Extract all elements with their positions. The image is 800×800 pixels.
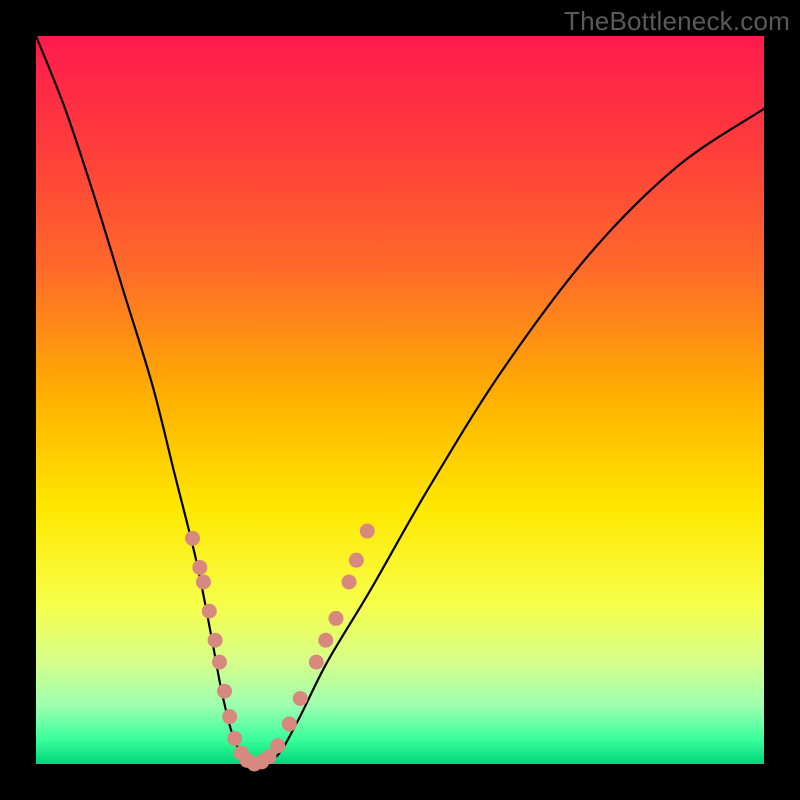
- marker-dot: [196, 575, 211, 590]
- marker-dot: [192, 560, 207, 575]
- marker-dot: [227, 731, 242, 746]
- marker-dot: [270, 738, 285, 753]
- marker-dot: [360, 524, 375, 539]
- marker-dot: [309, 655, 324, 670]
- marker-dot: [328, 611, 343, 626]
- marker-dot: [222, 709, 237, 724]
- gradient-background: [36, 36, 764, 764]
- chart-stage: TheBottleneck.com: [0, 0, 800, 800]
- watermark-text: TheBottleneck.com: [564, 6, 790, 37]
- bottleneck-chart: [0, 0, 800, 800]
- marker-dot: [185, 531, 200, 546]
- marker-dot: [208, 633, 223, 648]
- marker-dot: [349, 553, 364, 568]
- marker-dot: [212, 655, 227, 670]
- marker-dot: [217, 684, 232, 699]
- marker-dot: [342, 575, 357, 590]
- marker-dot: [318, 633, 333, 648]
- marker-dot: [202, 604, 217, 619]
- marker-dot: [282, 716, 297, 731]
- marker-dot: [293, 691, 308, 706]
